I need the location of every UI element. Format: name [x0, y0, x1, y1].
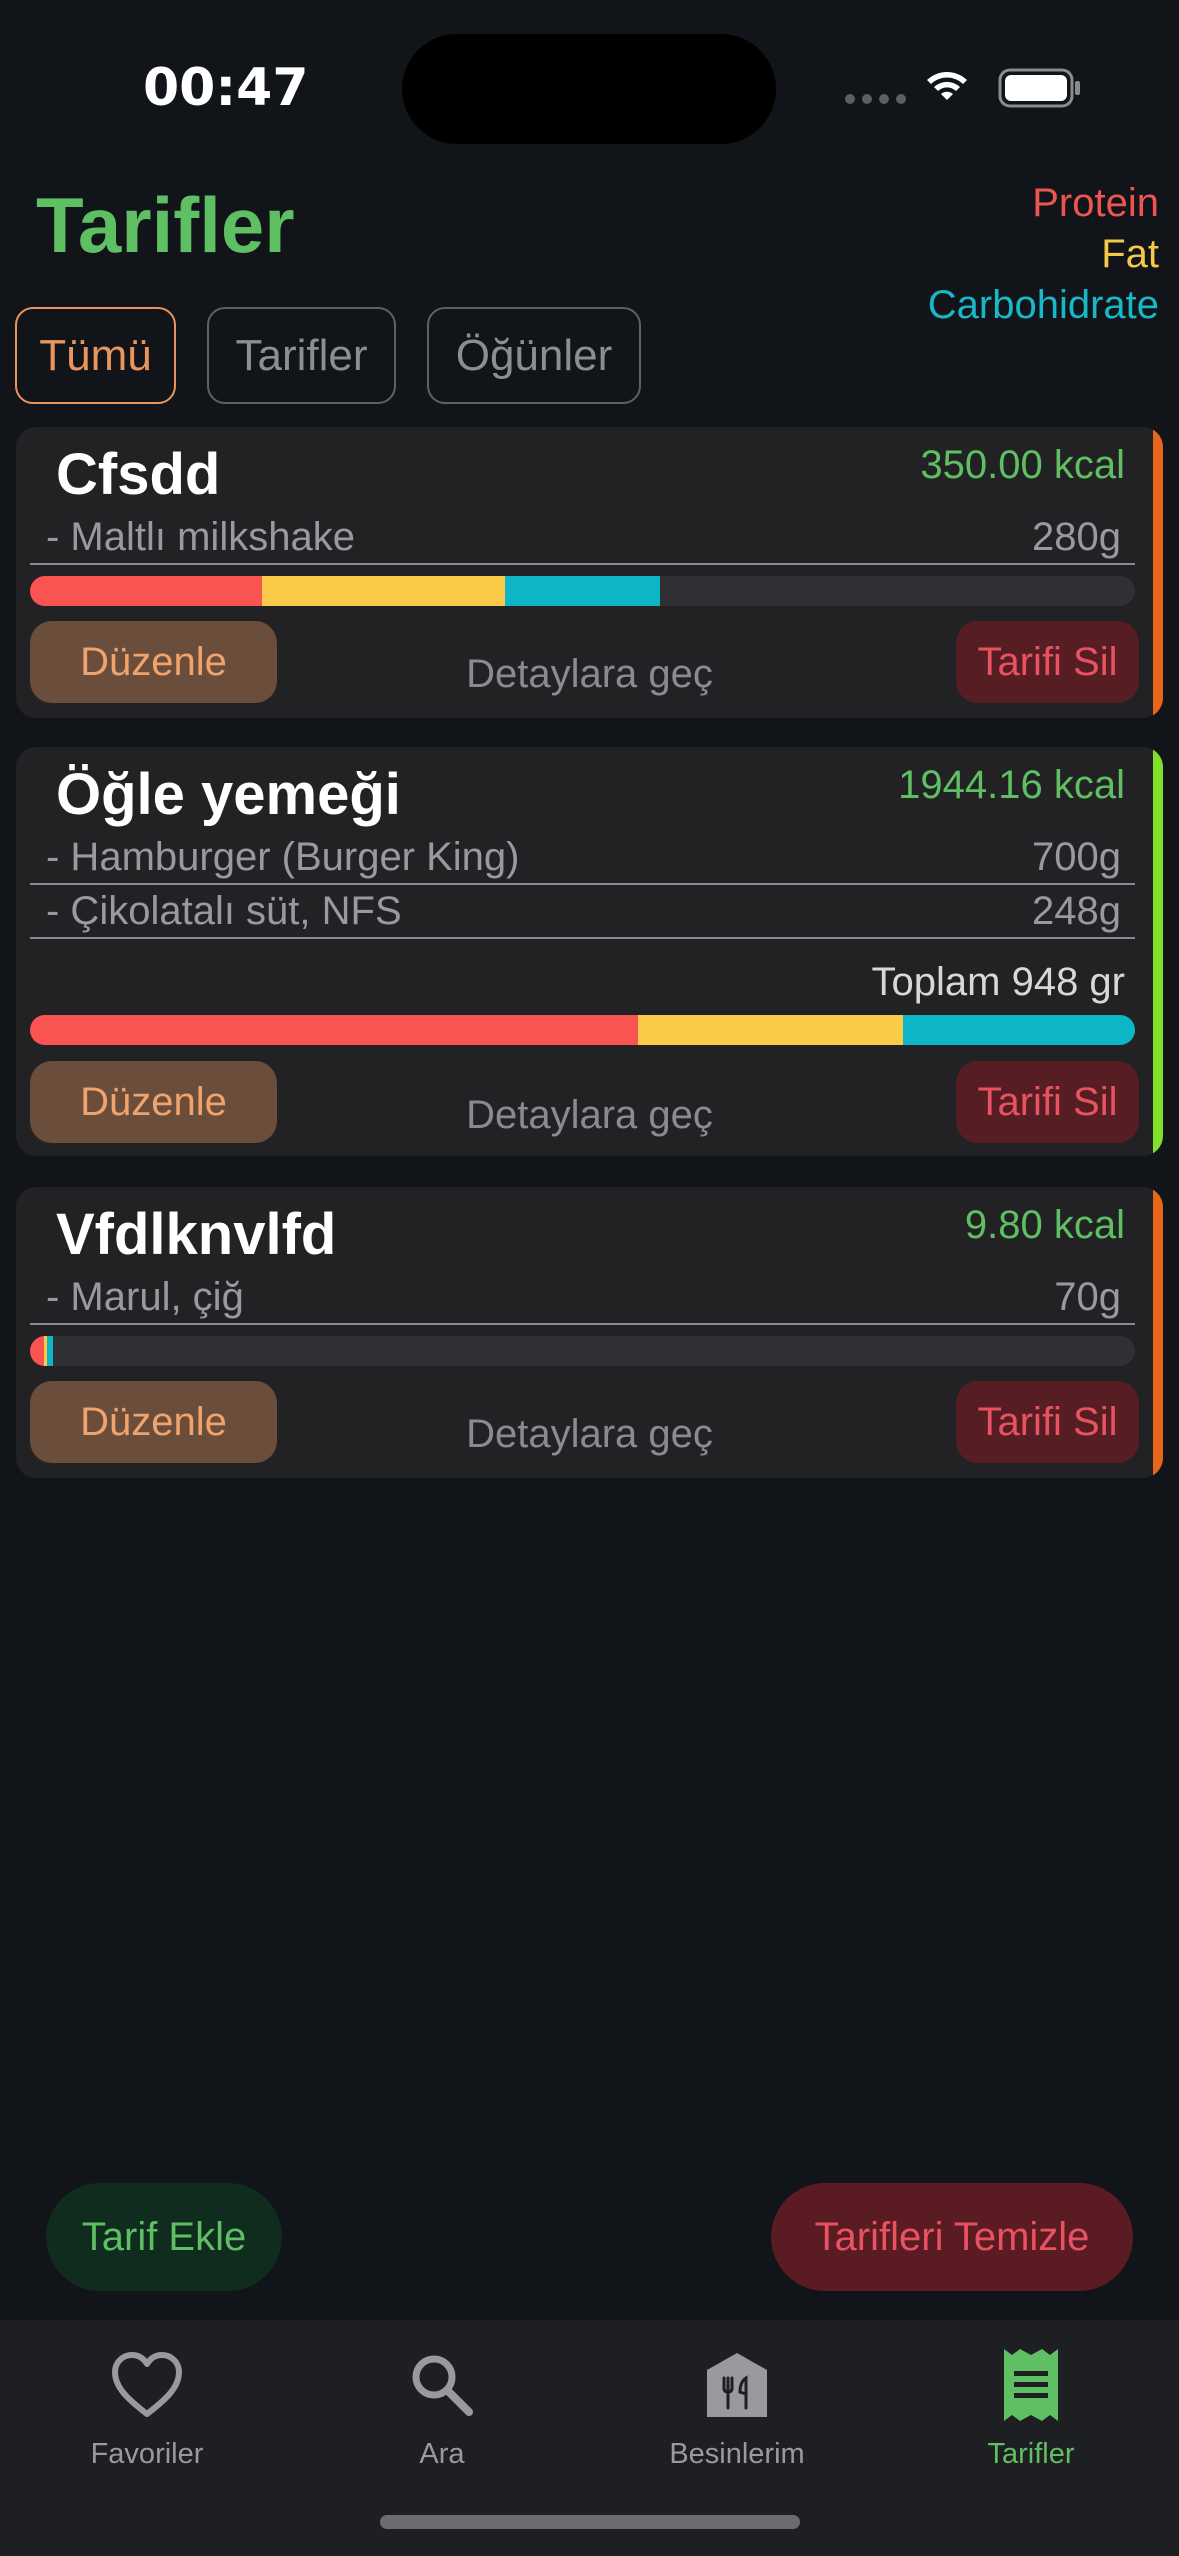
macro-segment-carb [902, 1015, 1135, 1045]
ingredient-amount: 248g [1032, 888, 1121, 933]
recipe-kcal: 350.00 kcal [920, 443, 1125, 487]
macro-segment-fat [637, 1015, 903, 1045]
ingredient-amount: 700g [1032, 834, 1121, 879]
food-icon [707, 2353, 767, 2417]
recipe-card[interactable]: Öğle yemeği 1944.16 kcal - Hamburger (Bu… [16, 747, 1163, 1156]
filter-meals[interactable]: Öğünler [427, 307, 641, 404]
home-indicator [380, 2515, 800, 2529]
tab-recipes[interactable]: Tarifler [906, 2340, 1156, 2471]
ingredient-row: - Marul, çiğ 70g [30, 1271, 1135, 1325]
page-title: Tarifler [36, 181, 295, 269]
tab-label: Ara [419, 2438, 465, 2470]
heart-icon [112, 2352, 182, 2417]
filter-recipes[interactable]: Tarifler [207, 307, 396, 404]
clear-recipes-button[interactable]: Tarifleri Temizle [771, 2183, 1133, 2291]
recipe-name: Vfdlknvlfd [56, 1202, 337, 1267]
delete-recipe-button[interactable]: Tarifi Sil [956, 1061, 1139, 1143]
cellular-signal-icon [845, 94, 906, 104]
ingredient-name: - Hamburger (Burger King) [46, 834, 520, 879]
macro-bar [30, 1015, 1135, 1045]
macro-bar [30, 576, 1135, 606]
tab-label: Tarifler [987, 2438, 1075, 2470]
macro-segment-carb [505, 576, 660, 606]
macro-bar [30, 1336, 1135, 1366]
delete-recipe-button[interactable]: Tarifi Sil [956, 621, 1139, 703]
status-time: 00:47 [143, 58, 309, 118]
legend-carb: Carbohidrate [927, 283, 1159, 327]
legend-protein: Protein [1032, 181, 1159, 225]
tab-search[interactable]: Ara [317, 2340, 567, 2471]
tab-label: Besinlerim [669, 2438, 805, 2470]
macro-segment-protein [30, 1015, 638, 1045]
ingredient-amount: 280g [1032, 514, 1121, 559]
macro-segment-protein [30, 576, 263, 606]
ingredient-name: - Çikolatalı süt, NFS [46, 888, 402, 933]
tab-my-foods[interactable]: Besinlerim [612, 2340, 862, 2471]
wifi-icon [927, 72, 967, 100]
macro-segment-carb [46, 1336, 54, 1366]
ingredient-row: - Çikolatalı süt, NFS 248g [30, 885, 1135, 939]
ingredient-row: - Maltlı milkshake 280g [30, 511, 1135, 565]
ingredient-amount: 70g [1054, 1274, 1121, 1319]
macro-segment-protein [30, 1336, 45, 1366]
ingredient-name: - Marul, çiğ [46, 1274, 244, 1319]
add-recipe-button[interactable]: Tarif Ekle [46, 2183, 282, 2291]
delete-recipe-button[interactable]: Tarifi Sil [956, 1381, 1139, 1463]
recipe-card[interactable]: Vfdlknvlfd 9.80 kcal - Marul, çiğ 70g Dü… [16, 1187, 1163, 1478]
legend-fat: Fat [1101, 232, 1159, 276]
search-icon [412, 2355, 473, 2416]
dynamic-island [402, 34, 776, 144]
macro-segment-fat [262, 576, 506, 606]
ingredient-row: - Hamburger (Burger King) 700g [30, 831, 1135, 885]
filter-all[interactable]: Tümü [15, 307, 176, 404]
ingredient-name: - Maltlı milkshake [46, 514, 355, 559]
battery-icon [998, 68, 1080, 108]
recipe-name: Öğle yemeği [56, 762, 401, 827]
recipe-kcal: 9.80 kcal [964, 1203, 1125, 1247]
recipe-name: Cfsdd [56, 442, 221, 507]
recipe-total-weight: Toplam 948 gr [871, 960, 1125, 1004]
tab-label: Favoriler [90, 2438, 204, 2470]
tab-favorites[interactable]: Favoriler [22, 2340, 272, 2471]
recipe-card[interactable]: Cfsdd 350.00 kcal - Maltlı milkshake 280… [16, 427, 1163, 718]
macro-legend: Protein Fat Carbohidrate [928, 178, 1159, 331]
receipt-icon [1004, 2349, 1058, 2421]
recipe-kcal: 1944.16 kcal [898, 763, 1125, 807]
